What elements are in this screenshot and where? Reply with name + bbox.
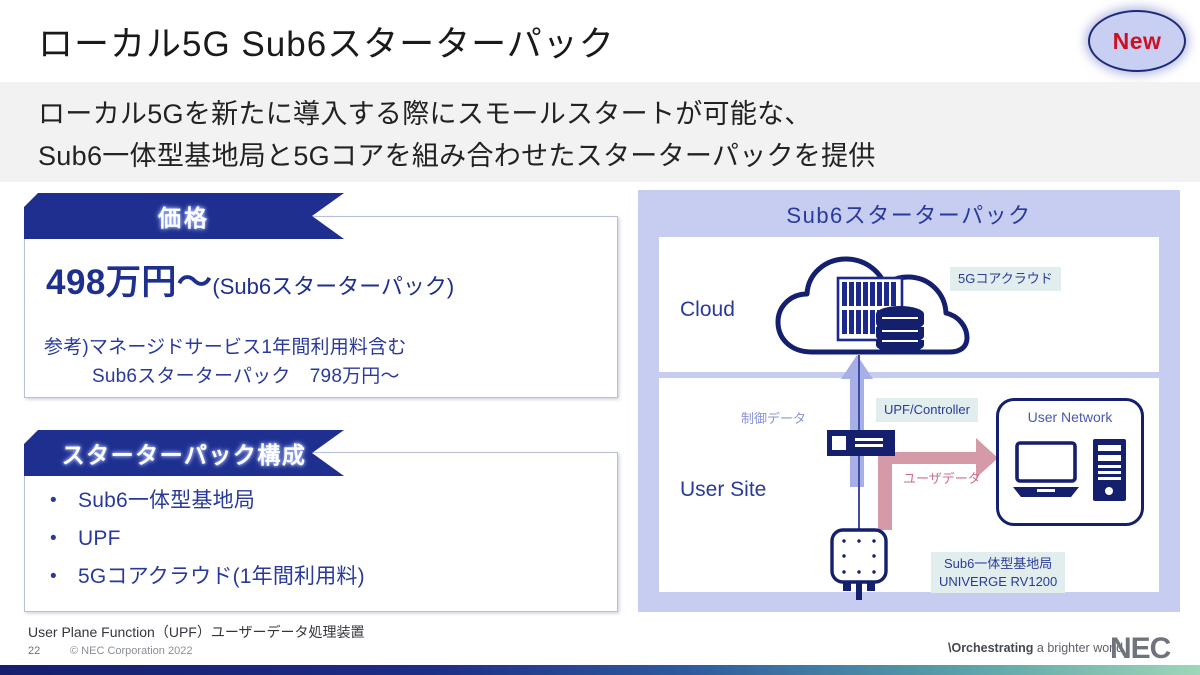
user-site-zone-label: User Site (680, 478, 767, 501)
price-reference-line-1: 参考)マネージドサービス1年間利用料含む (44, 337, 407, 358)
list-item: • UPF (44, 520, 365, 558)
base-station-tag-line-2: UNIVERGE RV1200 (939, 573, 1058, 589)
bullet-icon: • (50, 528, 57, 549)
cloud-icon (772, 248, 972, 365)
user-data-label: ユーザデータ (903, 471, 981, 486)
subtitle-line-1: ローカル5Gを新たに導入する際にスモールスタートが可能な、 (38, 99, 812, 129)
user-network-device-icons (1013, 437, 1129, 516)
price-main-row: 498万円〜(Sub6スターターパック) (46, 254, 454, 305)
new-badge-label: New (1112, 27, 1162, 54)
user-network-label: User Network (1027, 409, 1113, 425)
cloud-zone-label: Cloud (680, 298, 735, 321)
bullet-icon: • (50, 566, 57, 587)
list-item-label: 5Gコアクラウド(1年間利用料) (78, 565, 365, 588)
control-data-arrow-icon (840, 355, 874, 492)
bullet-icon: • (50, 490, 57, 511)
control-data-label: 制御データ (741, 411, 807, 426)
bottom-gradient-bar (0, 665, 1200, 675)
core-cloud-tag: 5Gコアクラウド (950, 267, 1061, 291)
database-icon (876, 306, 924, 353)
nec-tagline: \Orchestrating a brighter world (948, 641, 1123, 655)
price-banner-label: 価格 (158, 205, 210, 231)
composition-banner-label: スターターパック構成 (61, 442, 307, 468)
list-item: • 5Gコアクラウド(1年間利用料) (44, 558, 365, 596)
composition-list: • Sub6一体型基地局 • UPF • 5Gコアクラウド(1年間利用料) (44, 482, 365, 596)
price-banner: 価格 (24, 193, 344, 239)
subtitle-band: ローカル5Gを新たに導入する際にスモールスタートが可能な、 Sub6一体型基地局… (0, 82, 1200, 182)
new-badge: New (1088, 10, 1186, 72)
upf-device-icon (827, 430, 895, 461)
base-station-tag: Sub6一体型基地局 UNIVERGE RV1200 (931, 552, 1066, 594)
base-station-tag-line-1: Sub6一体型基地局 (943, 556, 1053, 571)
list-item: • Sub6一体型基地局 (44, 482, 365, 520)
page-title: ローカル5G Sub6スターターパック (38, 25, 615, 64)
base-station-icon (828, 528, 890, 605)
list-item-label: Sub6一体型基地局 (78, 489, 256, 512)
footnote: User Plane Function（UPF）ユーザーデータ処理装置 (28, 624, 365, 640)
price-amount: 498万円〜 (46, 263, 213, 302)
price-reference-line-2: Sub6スターターパック 798万円〜 (92, 366, 400, 387)
user-network-box: User Network (996, 398, 1144, 526)
upf-controller-tag: UPF/Controller (876, 398, 978, 422)
price-amount-note: (Sub6スターターパック) (212, 274, 455, 299)
server-tower-icon (1093, 439, 1126, 501)
laptop-icon (1013, 441, 1079, 497)
nec-tagline-prefix: \Orchestrating (948, 641, 1034, 655)
nec-logo: NEC (1110, 632, 1171, 665)
slide-canvas: ローカル5G Sub6スターターパック New ローカル5Gを新たに導入する際に… (0, 0, 1200, 675)
list-item-label: UPF (78, 527, 121, 550)
composition-banner: スターターパック構成 (24, 430, 344, 476)
page-number: 22 (28, 645, 41, 657)
diagram-title: Sub6スターターパック (786, 203, 1032, 228)
copyright-text: © NEC Corporation 2022 (70, 645, 193, 657)
subtitle-line-2: Sub6一体型基地局と5Gコアを組み合わせたスターターパックを提供 (38, 141, 876, 171)
